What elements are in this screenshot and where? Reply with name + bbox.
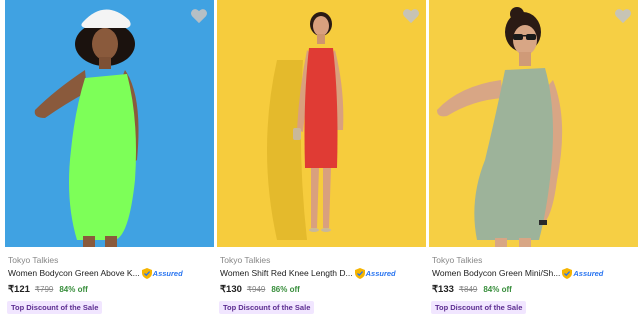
selling-price: ₹133 — [432, 284, 454, 295]
offer-tag: Top Discount of the Sale — [431, 301, 527, 314]
discount-percent: 86% off — [271, 285, 300, 294]
assured-badge-icon — [562, 267, 573, 279]
assured-label: Assured — [365, 268, 396, 278]
assured-badge: Assured — [141, 267, 183, 279]
original-price: ₹799 — [34, 285, 54, 294]
product-title[interactable]: Women Shift Red Knee Length D... — [220, 268, 353, 278]
product-brand: Tokyo Talkies — [8, 255, 59, 265]
product-image[interactable] — [5, 0, 214, 247]
product-title-row[interactable]: Women Bodycon Green Mini/Sh... Assured — [432, 267, 636, 279]
selling-price: ₹130 — [220, 284, 242, 295]
original-price: ₹849 — [458, 285, 478, 294]
assured-label: Assured — [573, 268, 604, 278]
product-card[interactable]: Tokyo Talkies Women Bodycon Green Mini/S… — [429, 0, 638, 315]
product-grid: Tokyo Talkies Women Bodycon Green Above … — [0, 0, 641, 315]
offer-tag: Top Discount of the Sale — [219, 301, 315, 314]
assured-badge-icon — [354, 267, 365, 279]
price-row: ₹121 ₹799 84% off — [8, 284, 88, 295]
heart-icon[interactable] — [190, 8, 208, 24]
original-price: ₹949 — [246, 285, 266, 294]
assured-badge: Assured — [562, 267, 604, 279]
heart-icon[interactable] — [614, 8, 632, 24]
assured-label: Assured — [152, 268, 183, 278]
product-image[interactable] — [217, 0, 426, 247]
discount-percent: 84% off — [483, 285, 512, 294]
product-card[interactable]: Tokyo Talkies Women Bodycon Green Above … — [5, 0, 214, 315]
product-title[interactable]: Women Bodycon Green Above K... — [8, 268, 140, 278]
product-title-row[interactable]: Women Bodycon Green Above K... Assured — [8, 267, 212, 279]
offer-tag: Top Discount of the Sale — [7, 301, 103, 314]
product-title[interactable]: Women Bodycon Green Mini/Sh... — [432, 268, 560, 278]
selling-price: ₹121 — [8, 284, 30, 295]
product-brand: Tokyo Talkies — [432, 255, 483, 265]
product-title-row[interactable]: Women Shift Red Knee Length D... Assured — [220, 267, 424, 279]
discount-percent: 84% off — [59, 285, 88, 294]
assured-badge: Assured — [354, 267, 396, 279]
assured-badge-icon — [141, 267, 152, 279]
product-brand: Tokyo Talkies — [220, 255, 271, 265]
product-card[interactable]: Tokyo Talkies Women Shift Red Knee Lengt… — [217, 0, 426, 315]
price-row: ₹130 ₹949 86% off — [220, 284, 300, 295]
product-image[interactable] — [429, 0, 638, 247]
heart-icon[interactable] — [402, 8, 420, 24]
price-row: ₹133 ₹849 84% off — [432, 284, 512, 295]
